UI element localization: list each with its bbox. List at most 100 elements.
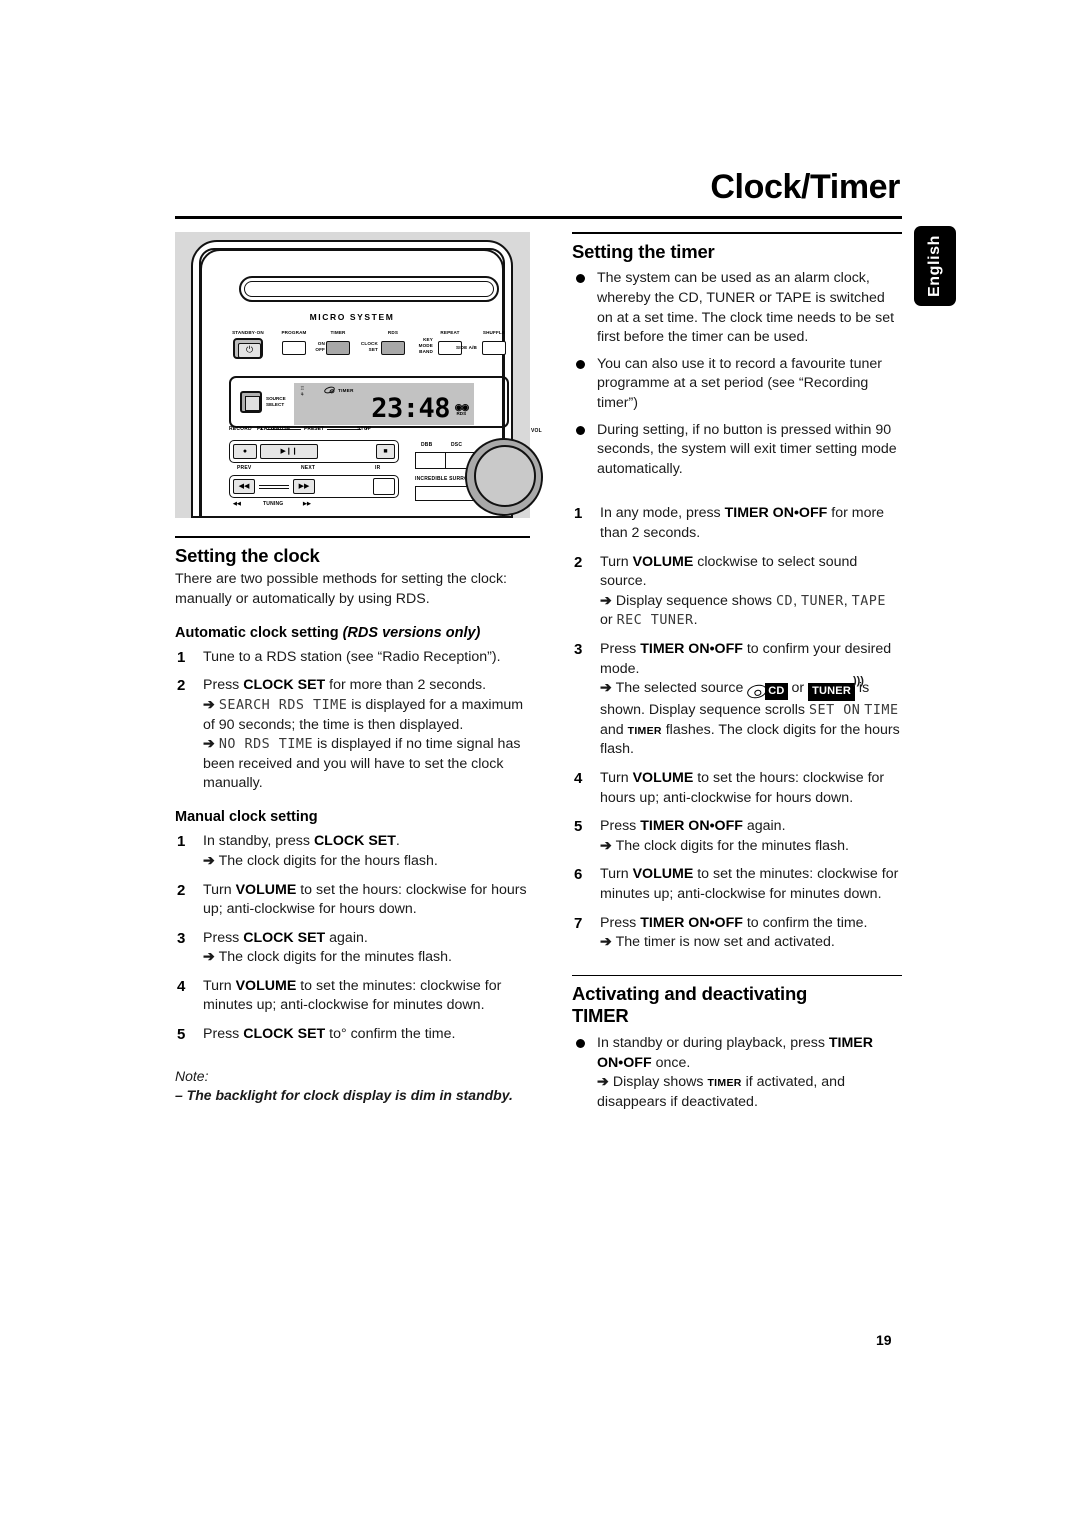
bullet-icon bbox=[576, 1039, 585, 1049]
tuning-forward-icon: ▶▶ bbox=[303, 501, 312, 507]
cd-badge-label: CD bbox=[765, 682, 788, 701]
language-tab: English bbox=[914, 226, 956, 306]
step-bold-key: CLOCK SET bbox=[243, 677, 326, 694]
step-text-pre: Press bbox=[600, 640, 641, 657]
list-item: 7 Press TIMER ON•OFF to confirm the time… bbox=[572, 914, 902, 953]
tuning-back-icon: ◀◀ bbox=[233, 501, 242, 507]
stop-button[interactable]: ■ bbox=[376, 443, 395, 459]
result-text-pre: The selected source bbox=[615, 680, 748, 697]
step-bold-key: VOLUME bbox=[632, 770, 694, 787]
step-bold-key: TIMER ON•OFF bbox=[640, 640, 743, 657]
bullet-text-pre: In standby or during playback, press bbox=[597, 1035, 829, 1052]
list-item: 3 Press TIMER ON•OFF to confirm your des… bbox=[572, 640, 902, 760]
step-result-1: ➔ SEARCH RDS TIME is displayed for a max… bbox=[203, 696, 530, 735]
result-text: The clock digits for the minutes flash. bbox=[615, 837, 849, 854]
step-bold-key: CLOCK SET bbox=[243, 929, 326, 946]
power-icon: ⏻ bbox=[245, 344, 254, 355]
source-select-button[interactable] bbox=[240, 391, 262, 413]
play-pause-button[interactable]: ▶❙❙ bbox=[260, 443, 318, 459]
list-item: 2 Press CLOCK SET for more than 2 second… bbox=[175, 676, 530, 794]
bullet-text-post: once. bbox=[651, 1054, 691, 1071]
clock-set-button[interactable] bbox=[381, 341, 405, 355]
step-text-post: for more than 2 seconds. bbox=[325, 677, 487, 694]
prev-button[interactable]: ◀◀ bbox=[233, 478, 255, 494]
step-bold-key: VOLUME bbox=[632, 553, 694, 570]
or-text: or bbox=[787, 680, 809, 697]
timer-on-off-button[interactable] bbox=[326, 341, 350, 355]
step-text-pre: Turn bbox=[203, 881, 236, 898]
display-text-cd: CD bbox=[775, 593, 794, 609]
record-button[interactable]: ● bbox=[233, 443, 257, 459]
display-panel: SOURCE SELECT ♖ ⚘ TIMER 23:48 ◉◉ RDS bbox=[229, 376, 509, 428]
activating-bullets: In standby or during playback, press TIM… bbox=[572, 1034, 902, 1112]
source-select-label: SOURCE SELECT bbox=[266, 396, 286, 407]
setting-timer-heading: Setting the timer bbox=[572, 240, 715, 262]
shuffle-button[interactable] bbox=[482, 341, 506, 355]
sep-2: , bbox=[843, 592, 852, 609]
sep-1: , bbox=[793, 592, 801, 609]
list-item: 5 Press CLOCK SET to° confirm the time. bbox=[175, 1025, 530, 1045]
cd-slot bbox=[239, 276, 499, 302]
list-item: 4 Turn VOLUME to set the minutes: clockw… bbox=[175, 977, 530, 1016]
standby-on-button[interactable]: ⏻ bbox=[233, 338, 263, 359]
step-text-pre: In standby, press bbox=[203, 833, 314, 850]
timer-badge: TIMER bbox=[627, 724, 662, 737]
step-bold-key: TIMER ON•OFF bbox=[640, 818, 743, 835]
bullet-icon bbox=[576, 425, 585, 435]
step-bold-key: VOLUME bbox=[235, 881, 297, 898]
list-item: During setting, if no button is pressed … bbox=[572, 421, 902, 480]
right-column: Setting the timer The system can be used… bbox=[572, 232, 902, 1112]
tuning-slider-track bbox=[259, 484, 289, 489]
display-text-time: TIME bbox=[864, 703, 899, 719]
dbb-button[interactable] bbox=[416, 453, 446, 468]
program-label: PROGRAM bbox=[281, 330, 307, 335]
step-text-pre: Press bbox=[203, 677, 244, 694]
transport-row-2-wrap: PREV NEXT IR ◀◀ ▶▶ ◀◀ TUNING ▶▶ bbox=[229, 465, 399, 507]
timer-on-off-sublabel: ON OFF bbox=[315, 341, 325, 352]
setting-clock-divider bbox=[175, 536, 530, 538]
result-text: The clock digits for the minutes flash. bbox=[218, 949, 452, 966]
step-text-pre: Press bbox=[203, 929, 244, 946]
list-item: 4 Turn VOLUME to set the hours: clockwis… bbox=[572, 769, 902, 808]
arrow-icon: ➔ bbox=[600, 837, 612, 854]
step-number: 4 bbox=[177, 977, 186, 995]
step-number: 1 bbox=[574, 505, 583, 523]
activating-heading-line-2: TIMER bbox=[572, 1005, 629, 1027]
volume-knob[interactable] bbox=[465, 438, 543, 516]
transport-row-2: ◀◀ ▶▶ bbox=[229, 475, 399, 498]
page-title: Clock/Timer bbox=[710, 168, 900, 206]
program-button[interactable] bbox=[282, 341, 306, 355]
arrow-icon: ➔ bbox=[600, 592, 612, 609]
lcd-time-value: 23:48 bbox=[371, 393, 450, 424]
note-block: Note: – The backlight for clock display … bbox=[175, 1067, 530, 1106]
arrow-icon: ➔ bbox=[600, 680, 612, 697]
step-number: 2 bbox=[177, 677, 186, 695]
transport-row-2-spacer bbox=[315, 476, 373, 497]
clock-set-sublabel: CLOCK SET bbox=[360, 341, 378, 352]
arrow-icon: ➔ bbox=[203, 697, 215, 714]
activating-timer-heading: Activating and deactivating TIMER bbox=[572, 983, 902, 1027]
lcd-timer-indicator: TIMER bbox=[338, 388, 354, 393]
note-body: – The backlight for clock display is dim… bbox=[175, 1086, 513, 1103]
record-label: RECORD bbox=[229, 426, 252, 432]
list-item: 1 In standby, press CLOCK SET. ➔ The clo… bbox=[175, 832, 530, 871]
step-number: 4 bbox=[574, 770, 583, 788]
cd-source-icon: CD bbox=[746, 682, 788, 701]
cd-rds-logo-mark: ◉◉ bbox=[454, 401, 470, 412]
display-text-tuner: TUNER bbox=[800, 593, 844, 609]
step-number: 1 bbox=[177, 648, 186, 666]
next-button[interactable]: ▶▶ bbox=[293, 478, 315, 494]
display-text-set-on: SET ON bbox=[808, 703, 861, 719]
and-text: and bbox=[600, 721, 628, 738]
note-label: Note: bbox=[175, 1067, 209, 1084]
preset-line-right bbox=[327, 428, 362, 430]
step-number: 7 bbox=[574, 914, 583, 932]
cd-slot-inner bbox=[244, 281, 494, 297]
tuning-slider[interactable] bbox=[255, 476, 293, 497]
step-result: ➔ The selected source CD or TUNER))) is … bbox=[600, 676, 902, 760]
list-item: In standby or during playback, press TIM… bbox=[572, 1034, 902, 1112]
sep-4: . bbox=[693, 612, 698, 629]
left-column: Setting the clock There are two possible… bbox=[175, 536, 530, 1105]
step-result: ➔ The clock digits for the minutes flash… bbox=[600, 837, 902, 857]
